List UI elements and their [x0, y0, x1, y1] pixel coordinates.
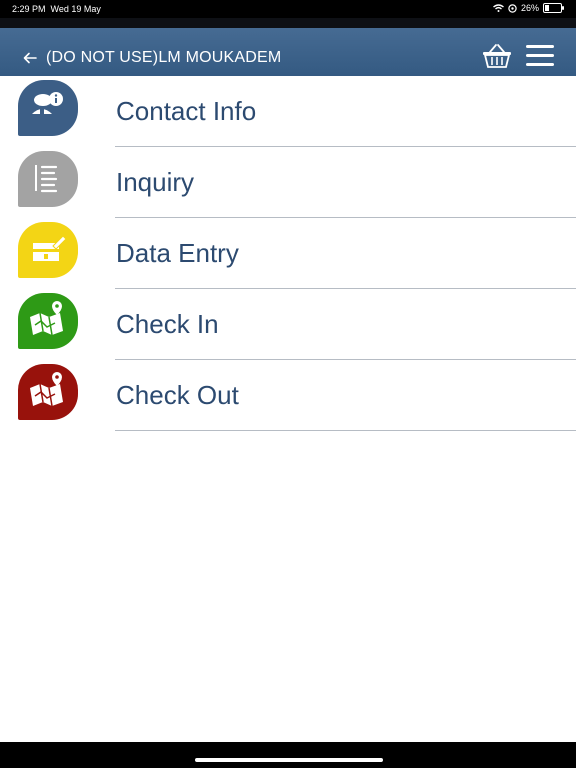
back-button[interactable]: [20, 40, 40, 64]
menu-item-data-entry[interactable]: Data Entry: [0, 218, 576, 289]
divider: [115, 430, 576, 431]
menu-item-check-out[interactable]: Check Out: [0, 360, 576, 431]
status-date-text: Wed 19 May: [50, 4, 101, 14]
hamburger-menu-button[interactable]: [526, 45, 556, 67]
top-strip: [0, 18, 576, 28]
menu-item-inquiry[interactable]: Inquiry: [0, 147, 576, 218]
status-indicators: 26%: [493, 3, 564, 13]
bottom-bar: [0, 742, 576, 768]
page-title: (DO NOT USE)LM MOUKADEM: [46, 49, 282, 66]
check-in-map-icon: [18, 293, 78, 349]
contact-info-icon: [18, 80, 78, 136]
back-arrow-icon: [23, 52, 37, 64]
wifi-icon: [493, 4, 504, 12]
menu-item-label: Check In: [116, 309, 219, 339]
menu-list: Contact Info Inquiry Data Entry Check In…: [0, 76, 576, 431]
status-time-text: 2:29 PM: [12, 4, 46, 14]
menu-item-label: Data Entry: [116, 238, 239, 268]
basket-icon: [483, 44, 511, 68]
menu-item-label: Check Out: [116, 380, 239, 410]
battery-icon: [543, 3, 564, 13]
location-lock-icon: [508, 3, 517, 13]
menu-item-label: Inquiry: [116, 167, 195, 197]
data-entry-icon: [18, 222, 78, 278]
menu-item-check-in[interactable]: Check In: [0, 289, 576, 360]
inquiry-list-icon: [18, 151, 78, 207]
check-out-map-icon: [18, 364, 78, 420]
status-bar: 2:29 PM Wed 19 May 26%: [0, 0, 576, 18]
menu-item-contact-info[interactable]: Contact Info: [0, 76, 576, 147]
app-header: (DO NOT USE)LM MOUKADEM: [0, 28, 576, 76]
status-time: 2:29 PM Wed 19 May: [12, 4, 101, 14]
menu-item-label: Contact Info: [116, 96, 257, 126]
basket-button[interactable]: [481, 43, 513, 69]
home-indicator[interactable]: [195, 758, 383, 762]
battery-percent: 26%: [520, 3, 539, 13]
